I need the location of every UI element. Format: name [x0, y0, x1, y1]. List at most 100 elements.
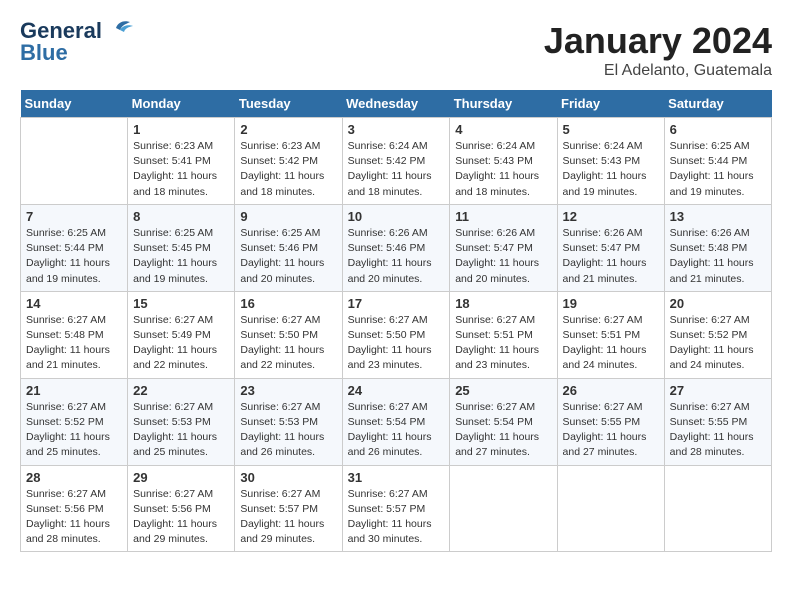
day-info-line: Sunrise: 6:25 AM: [670, 139, 766, 154]
day-number: 4: [455, 122, 551, 137]
calendar-cell: [664, 465, 771, 552]
day-number: 16: [240, 296, 336, 311]
day-number: 25: [455, 383, 551, 398]
day-info: Sunrise: 6:27 AMSunset: 5:49 PMDaylight:…: [133, 313, 229, 374]
day-info-line: Sunset: 5:52 PM: [26, 415, 122, 430]
calendar-cell: 27Sunrise: 6:27 AMSunset: 5:55 PMDayligh…: [664, 378, 771, 465]
day-info-line: Sunrise: 6:27 AM: [133, 487, 229, 502]
calendar-week-row: 21 Sunrise: 6:27 AM Sunset: 5:52 PM Dayligh…: [21, 378, 772, 465]
day-info-line: Sunrise: 6:27 AM: [670, 400, 766, 415]
day-number: 6: [670, 122, 766, 137]
day-info-line: Sunrise: 6:27 AM: [563, 313, 659, 328]
day-info-line: Sunset: 5:55 PM: [563, 415, 659, 430]
day-number: 19: [563, 296, 659, 311]
day-info-line: Sunset: 5:51 PM: [455, 328, 551, 343]
day-info-line: Sunset: 5:47 PM: [563, 241, 659, 256]
day-info-line: Sunrise: 6:23 AM: [240, 139, 336, 154]
day-number: 9: [240, 209, 336, 224]
day-number: 13: [670, 209, 766, 224]
day-info-line: Sunset: 5:42 PM: [240, 154, 336, 169]
day-info-line: Sunset: 5:52 PM: [670, 328, 766, 343]
day-info: Sunrise: 6:26 AMSunset: 5:48 PMDaylight:…: [670, 226, 766, 287]
day-info: Sunrise: 6:27 AMSunset: 5:57 PMDaylight:…: [240, 487, 336, 548]
day-info-line: Sunset: 5:45 PM: [133, 241, 229, 256]
calendar-cell: 13 Sunrise: 6:26 AMSunset: 5:48 PMDayligh…: [664, 204, 771, 291]
day-info-line: Daylight: 11 hours and 19 minutes.: [26, 256, 122, 286]
day-number: 29: [133, 470, 229, 485]
day-info: Sunrise: 6:27 AMSunset: 5:50 PMDaylight:…: [348, 313, 445, 374]
day-info-line: Sunset: 5:54 PM: [455, 415, 551, 430]
logo-text: General: [20, 20, 102, 42]
page-header: General Blue January 2024 El Adelanto, G…: [20, 20, 772, 80]
day-info-line: Sunrise: 6:24 AM: [348, 139, 445, 154]
day-info-line: Daylight: 11 hours and 23 minutes.: [455, 343, 551, 373]
day-info: Sunrise: 6:25 AMSunset: 5:44 PMDaylight:…: [670, 139, 766, 200]
day-info-line: Sunset: 5:56 PM: [26, 502, 122, 517]
day-number: 3: [348, 122, 445, 137]
day-info: Sunrise: 6:27 AMSunset: 5:56 PMDaylight:…: [133, 487, 229, 548]
day-info: Sunrise: 6:27 AMSunset: 5:55 PMDaylight:…: [563, 400, 659, 461]
header-saturday: Saturday: [664, 90, 771, 118]
day-info: Sunrise: 6:24 AMSunset: 5:43 PMDaylight:…: [563, 139, 659, 200]
day-info: Sunrise: 6:27 AMSunset: 5:48 PMDaylight:…: [26, 313, 122, 374]
calendar-week-row: 7Sunrise: 6:25 AMSunset: 5:44 PMDaylight…: [21, 204, 772, 291]
day-number: 14: [26, 296, 122, 311]
day-number: 30: [240, 470, 336, 485]
day-info-line: Sunrise: 6:24 AM: [563, 139, 659, 154]
day-number: 15: [133, 296, 229, 311]
header-wednesday: Wednesday: [342, 90, 450, 118]
calendar-cell: 17 Sunrise: 6:27 AMSunset: 5:50 PMDayligh…: [342, 291, 450, 378]
day-info-line: Sunset: 5:47 PM: [455, 241, 551, 256]
day-info-line: Sunrise: 6:26 AM: [670, 226, 766, 241]
calendar-cell: 18Sunrise: 6:27 AMSunset: 5:51 PMDayligh…: [450, 291, 557, 378]
logo-bird-icon: [106, 16, 134, 38]
title-area: January 2024 El Adelanto, Guatemala: [544, 20, 772, 80]
day-info-line: Sunset: 5:46 PM: [240, 241, 336, 256]
day-number: 2: [240, 122, 336, 137]
calendar-cell: 22Sunrise: 6:27 AMSunset: 5:53 PMDayligh…: [128, 378, 235, 465]
day-info-line: Sunset: 5:41 PM: [133, 154, 229, 169]
calendar-cell: 26Sunrise: 6:27 AMSunset: 5:55 PMDayligh…: [557, 378, 664, 465]
calendar-cell: 29 Sunrise: 6:27 AMSunset: 5:56 PMDayligh…: [128, 465, 235, 552]
day-info-line: Sunrise: 6:26 AM: [348, 226, 445, 241]
calendar-cell: 3Sunrise: 6:24 AMSunset: 5:42 PMDaylight…: [342, 118, 450, 205]
calendar-cell: 23Sunrise: 6:27 AMSunset: 5:53 PMDayligh…: [235, 378, 342, 465]
day-info-line: Sunset: 5:54 PM: [348, 415, 445, 430]
logo-blue-text: Blue: [20, 42, 68, 64]
day-info: Sunrise: 6:27 AMSunset: 5:55 PMDaylight:…: [670, 400, 766, 461]
day-number: 28: [26, 470, 122, 485]
day-info-line: Daylight: 11 hours and 25 minutes.: [133, 430, 229, 460]
day-info-line: Sunset: 5:44 PM: [26, 241, 122, 256]
day-info-line: Sunrise: 6:24 AM: [455, 139, 551, 154]
day-info-line: Sunset: 5:42 PM: [348, 154, 445, 169]
calendar-week-row: 14Sunrise: 6:27 AMSunset: 5:48 PMDayligh…: [21, 291, 772, 378]
day-number: 8: [133, 209, 229, 224]
day-info-line: Daylight: 11 hours and 24 minutes.: [670, 343, 766, 373]
day-number: 10: [348, 209, 445, 224]
day-number: 21: [26, 383, 122, 398]
header-tuesday: Tuesday: [235, 90, 342, 118]
day-info-line: Daylight: 11 hours and 29 minutes.: [240, 517, 336, 547]
day-number: 24: [348, 383, 445, 398]
day-info: Sunrise: 6:26 AMSunset: 5:46 PMDaylight:…: [348, 226, 445, 287]
day-info-line: Daylight: 11 hours and 22 minutes.: [133, 343, 229, 373]
day-info-line: Sunset: 5:49 PM: [133, 328, 229, 343]
calendar-cell: 4Sunrise: 6:24 AMSunset: 5:43 PMDaylight…: [450, 118, 557, 205]
day-info-line: Daylight: 11 hours and 28 minutes.: [26, 517, 122, 547]
day-number: 12: [563, 209, 659, 224]
day-info: Sunrise: 6:23 AMSunset: 5:41 PMDaylight:…: [133, 139, 229, 200]
calendar-cell: 10 Sunrise: 6:26 AMSunset: 5:46 PMDayligh…: [342, 204, 450, 291]
day-info-line: Sunrise: 6:26 AM: [455, 226, 551, 241]
day-info: Sunrise: 6:27 AMSunset: 5:53 PMDaylight:…: [240, 400, 336, 461]
day-info-line: Sunset: 5:48 PM: [26, 328, 122, 343]
day-number: 31: [348, 470, 445, 485]
month-title: January 2024: [544, 20, 772, 62]
day-info: Sunrise: 6:25 AMSunset: 5:45 PMDaylight:…: [133, 226, 229, 287]
day-info-line: Daylight: 11 hours and 20 minutes.: [348, 256, 445, 286]
day-info: Sunrise: 6:27 AMSunset: 5:51 PMDaylight:…: [455, 313, 551, 374]
day-info-line: Sunrise: 6:25 AM: [133, 226, 229, 241]
day-info-line: Sunrise: 6:27 AM: [455, 313, 551, 328]
day-info-line: Daylight: 11 hours and 23 minutes.: [348, 343, 445, 373]
day-number: 17: [348, 296, 445, 311]
day-info: Sunrise: 6:23 AMSunset: 5:42 PMDaylight:…: [240, 139, 336, 200]
